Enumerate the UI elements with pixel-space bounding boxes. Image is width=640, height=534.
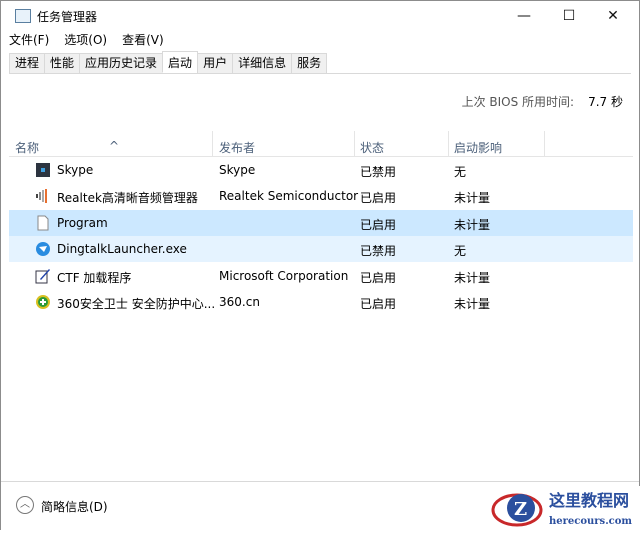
row-status: 已启用 xyxy=(360,270,397,285)
tab-performance[interactable]: 性能 xyxy=(44,53,81,74)
column-divider[interactable] xyxy=(212,131,213,157)
row-impact: 未计量 xyxy=(454,270,491,285)
row-impact: 无 xyxy=(454,165,467,179)
sort-up-icon: ^ xyxy=(109,139,120,153)
row-publisher: Skype xyxy=(219,163,256,177)
menu-view[interactable]: 查看(V) xyxy=(115,31,171,51)
tab-processes[interactable]: 进程 xyxy=(9,53,46,74)
row-name: CTF 加载程序 xyxy=(57,270,132,285)
bios-time: 上次 BIOS 所用时间: 7.7 秒 xyxy=(462,93,623,110)
column-status[interactable]: 状态 xyxy=(360,139,384,156)
dingtalk-icon xyxy=(36,242,50,257)
row-publisher: Realtek Semiconductor xyxy=(219,189,359,204)
chevron-up-icon[interactable]: ︿ xyxy=(16,496,34,514)
maximize-button[interactable]: ☐ xyxy=(546,1,592,31)
column-name[interactable]: 名称 xyxy=(15,139,39,156)
row-publisher: Microsoft Corporation xyxy=(219,268,349,283)
fewer-details-button[interactable]: 简略信息(D) xyxy=(41,498,108,515)
window-title: 任务管理器 xyxy=(37,10,98,24)
menu-file[interactable]: 文件(F) xyxy=(2,31,56,51)
close-button[interactable]: ✕ xyxy=(590,1,636,31)
tab-services[interactable]: 服务 xyxy=(291,53,328,74)
table-row[interactable]: DingtalkLauncher.exe 已禁用 无 xyxy=(9,236,633,263)
title-bar: 任务管理器 — ☐ ✕ xyxy=(1,1,639,31)
row-status: 已禁用 xyxy=(360,165,397,179)
column-divider[interactable] xyxy=(448,131,449,157)
bios-label: 上次 BIOS 所用时间: xyxy=(461,95,575,109)
column-divider[interactable] xyxy=(544,131,545,157)
360-icon xyxy=(36,295,50,309)
table-row[interactable]: CTF 加载程序 Microsoft Corporation 已启用 未计量 xyxy=(9,263,633,289)
row-status: 已启用 xyxy=(360,191,397,206)
row-name: Realtek高清晰音频管理器 xyxy=(57,191,198,206)
tab-users[interactable]: 用户 xyxy=(197,53,234,74)
svg-text:herecours.com: herecours.com xyxy=(549,516,632,527)
skype-icon xyxy=(36,163,50,177)
row-impact: 未计量 xyxy=(454,191,491,206)
row-impact: 未计量 xyxy=(454,297,491,311)
row-name: DingtalkLauncher.exe xyxy=(57,242,187,257)
row-status: 已启用 xyxy=(360,297,397,311)
row-impact: 未计量 xyxy=(454,217,491,232)
minimize-button[interactable]: — xyxy=(501,1,547,31)
row-name: 360安全卫士 安全防护中心... xyxy=(57,297,216,311)
watermark-logo: Z 这里教程网 herecours.com xyxy=(489,486,640,531)
tab-app-history[interactable]: 应用历史记录 xyxy=(79,53,164,74)
bios-value: 7.7 秒 xyxy=(588,95,623,109)
svg-text:Z: Z xyxy=(514,499,527,520)
row-impact: 无 xyxy=(454,244,467,259)
ctf-pen-icon xyxy=(35,268,50,284)
tab-bar: 进程 性能 应用历史记录 启动 用户 详细信息 服务 xyxy=(9,51,328,74)
task-manager-window: 任务管理器 — ☐ ✕ 文件(F) 选项(O) 查看(V) 进程 性能 应用历史… xyxy=(0,0,640,531)
row-status: 已禁用 xyxy=(360,244,397,259)
table-row[interactable]: Program 已启用 未计量 xyxy=(9,209,633,236)
table-header: ^ 名称 发布者 状态 启动影响 xyxy=(9,131,633,157)
task-manager-icon xyxy=(15,9,31,23)
row-name: Program xyxy=(57,215,108,230)
svg-text:这里教程网: 这里教程网 xyxy=(549,491,629,510)
column-divider[interactable] xyxy=(354,131,355,157)
speaker-icon xyxy=(36,189,47,204)
tab-details[interactable]: 详细信息 xyxy=(232,53,293,74)
row-publisher: 360.cn xyxy=(219,295,260,309)
column-impact[interactable]: 启动影响 xyxy=(454,139,502,156)
tab-startup[interactable]: 启动 xyxy=(162,51,199,73)
row-name: Skype xyxy=(57,163,94,177)
menu-bar: 文件(F) 选项(O) 查看(V) xyxy=(1,31,171,51)
row-status: 已启用 xyxy=(360,217,397,232)
table-row[interactable]: Skype Skype 已禁用 无 xyxy=(9,157,633,183)
table-row[interactable]: Realtek高清晰音频管理器 Realtek Semiconductor 已启用 未… xyxy=(9,183,633,209)
file-icon xyxy=(37,215,49,231)
column-publisher[interactable]: 发布者 xyxy=(219,139,255,156)
menu-options[interactable]: 选项(O) xyxy=(57,31,114,51)
table-row[interactable]: 360安全卫士 安全防护中心... 360.cn 已启用 未计量 xyxy=(9,289,633,315)
